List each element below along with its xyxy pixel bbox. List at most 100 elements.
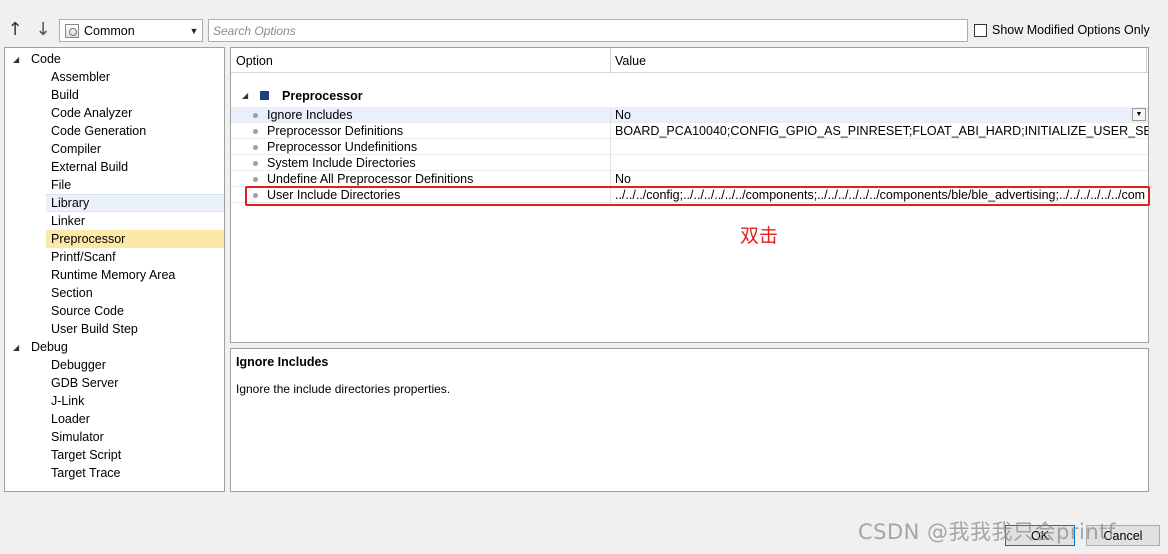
collapse-triangle-icon[interactable]: ◢ [242,91,248,100]
dropdown-arrow-icon[interactable]: ▼ [1132,108,1146,121]
configuration-label: Common [84,23,135,38]
tree-item-label: Assembler [51,70,111,84]
tree-item-assembler[interactable]: Assembler [5,68,224,86]
property-name: System Include Directories [267,156,416,170]
property-value[interactable]: No [615,172,1148,186]
column-separator [610,187,611,203]
tree-item-label: J-Link [51,394,85,408]
tree-item-label: Target Trace [51,466,121,480]
tree-group-label: Debug [31,340,68,354]
tree-item-label: User Build Step [51,322,138,336]
category-preprocessor[interactable]: ◢ Preprocessor [231,88,1148,106]
tree-group-debug[interactable]: ◢ Debug [5,338,224,356]
property-grid: Option Value ◢ Preprocessor Ignore Inclu… [230,47,1149,343]
expand-triangle-icon[interactable]: ◢ [13,343,19,352]
column-divider-end [1146,48,1147,73]
column-separator [610,107,611,123]
tree-item-label: Compiler [51,142,102,156]
tree-item-linker[interactable]: Linker [5,212,224,230]
tree-item-label: Target Script [51,448,122,462]
category-label: Preprocessor [282,89,363,103]
tree-item-code-analyzer[interactable]: Code Analyzer [5,104,224,122]
property-value[interactable]: No [615,108,1148,122]
tree-item-user-build-step[interactable]: User Build Step [5,320,224,338]
tree-item-preprocessor[interactable]: Preprocessor [5,230,224,248]
tree-item-library[interactable]: Library [5,194,224,212]
search-input[interactable] [208,19,968,42]
back-arrow-icon[interactable]: ↑ [5,20,25,40]
tree-item-label: Runtime Memory Area [51,268,176,282]
toolbar: ↑ ↓ Common ▼ Show Modified Options Only [0,0,1168,44]
property-row-ignore-includes[interactable]: Ignore Includes No ▼ [231,107,1148,123]
description-title: Ignore Includes [236,355,329,369]
options-tree: ◢ Code Assembler Build Code Analyzer Code Gen… [4,47,225,492]
tree-item-label: Section [51,286,93,300]
show-modified-checkbox[interactable]: Show Modified Options Only [974,23,1150,37]
property-name: Undefine All Preprocessor Definitions [267,172,474,186]
tree-item-label: Printf/Scanf [51,250,116,264]
tree-item-label: GDB Server [51,376,119,390]
tree-item-code-generation[interactable]: Code Generation [5,122,224,140]
tree-item-j-link[interactable]: J-Link [5,392,224,410]
show-modified-label: Show Modified Options Only [992,23,1150,37]
tree-item-printf-scanf[interactable]: Printf/Scanf [5,248,224,266]
description-panel: Ignore Includes Ignore the include direc… [230,348,1149,492]
property-row-preprocessor-undefinitions[interactable]: Preprocessor Undefinitions [231,139,1148,155]
chevron-down-icon: ▼ [189,25,199,36]
tree-item-source-code[interactable]: Source Code [5,302,224,320]
tree-item-label: Library [51,196,90,210]
tree-item-target-script[interactable]: Target Script [5,446,224,464]
annotation-text: 双击 [740,225,779,247]
watermark: CSDN @我我我只会printf [858,520,1116,544]
column-divider[interactable] [610,48,611,73]
tree-group-label: Code [31,52,61,66]
tree-item-compiler[interactable]: Compiler [5,140,224,158]
tree-item-label: Loader [51,412,90,426]
property-value[interactable]: BOARD_PCA10040;CONFIG_GPIO_AS_PINRESET;F… [615,124,1148,138]
tree-item-label: Build [51,88,79,102]
tree-item-runtime-memory-area[interactable]: Runtime Memory Area [5,266,224,284]
tree-item-external-build[interactable]: External Build [5,158,224,176]
tree-item-label: Preprocessor [51,232,126,246]
column-separator [610,171,611,187]
property-name: User Include Directories [267,188,401,202]
property-name: Preprocessor Undefinitions [267,140,418,154]
category-square-icon [260,91,269,100]
forward-arrow-icon[interactable]: ↓ [33,20,53,40]
tree-item-simulator[interactable]: Simulator [5,428,224,446]
tree-item-gdb-server[interactable]: GDB Server [5,374,224,392]
tree-item-label: Simulator [51,430,104,444]
bullet-icon [253,129,258,134]
configuration-icon [65,23,79,38]
configuration-select[interactable]: Common ▼ [59,19,203,42]
tree-group-code[interactable]: ◢ Code [5,50,224,68]
property-row-user-include-directories[interactable]: User Include Directories ../../../config;… [231,187,1148,203]
tree-item-label: Source Code [51,304,124,318]
property-row-undefine-all-preprocessor-definitions[interactable]: Undefine All Preprocessor Definitions No [231,171,1148,187]
column-separator [610,155,611,171]
property-row-preprocessor-definitions[interactable]: Preprocessor Definitions BOARD_PCA10040;C… [231,123,1148,139]
tree-item-target-trace[interactable]: Target Trace [5,464,224,482]
tree-item-loader[interactable]: Loader [5,410,224,428]
property-name: Ignore Includes [267,108,353,122]
expand-triangle-icon[interactable]: ◢ [13,55,19,64]
bullet-icon [253,145,258,150]
property-row-system-include-directories[interactable]: System Include Directories [231,155,1148,171]
column-separator [610,139,611,155]
tree-item-section[interactable]: Section [5,284,224,302]
bullet-icon [253,177,258,182]
tree-item-debugger[interactable]: Debugger [5,356,224,374]
tree-item-label: Debugger [51,358,106,372]
tree-item-label: File [51,178,72,192]
property-name: Preprocessor Definitions [267,124,404,138]
column-header-value[interactable]: Value [615,54,646,68]
bullet-icon [253,113,258,118]
tree-item-label: External Build [51,160,129,174]
column-header-option[interactable]: Option [236,54,273,68]
description-text: Ignore the include directories propertie… [236,382,451,396]
grid-header: Option Value [231,48,1148,73]
property-value[interactable]: ../../../config;../../../../../../compon… [615,188,1148,202]
checkbox-box[interactable] [974,23,987,37]
tree-item-file[interactable]: File [5,176,224,194]
tree-item-build[interactable]: Build [5,86,224,104]
